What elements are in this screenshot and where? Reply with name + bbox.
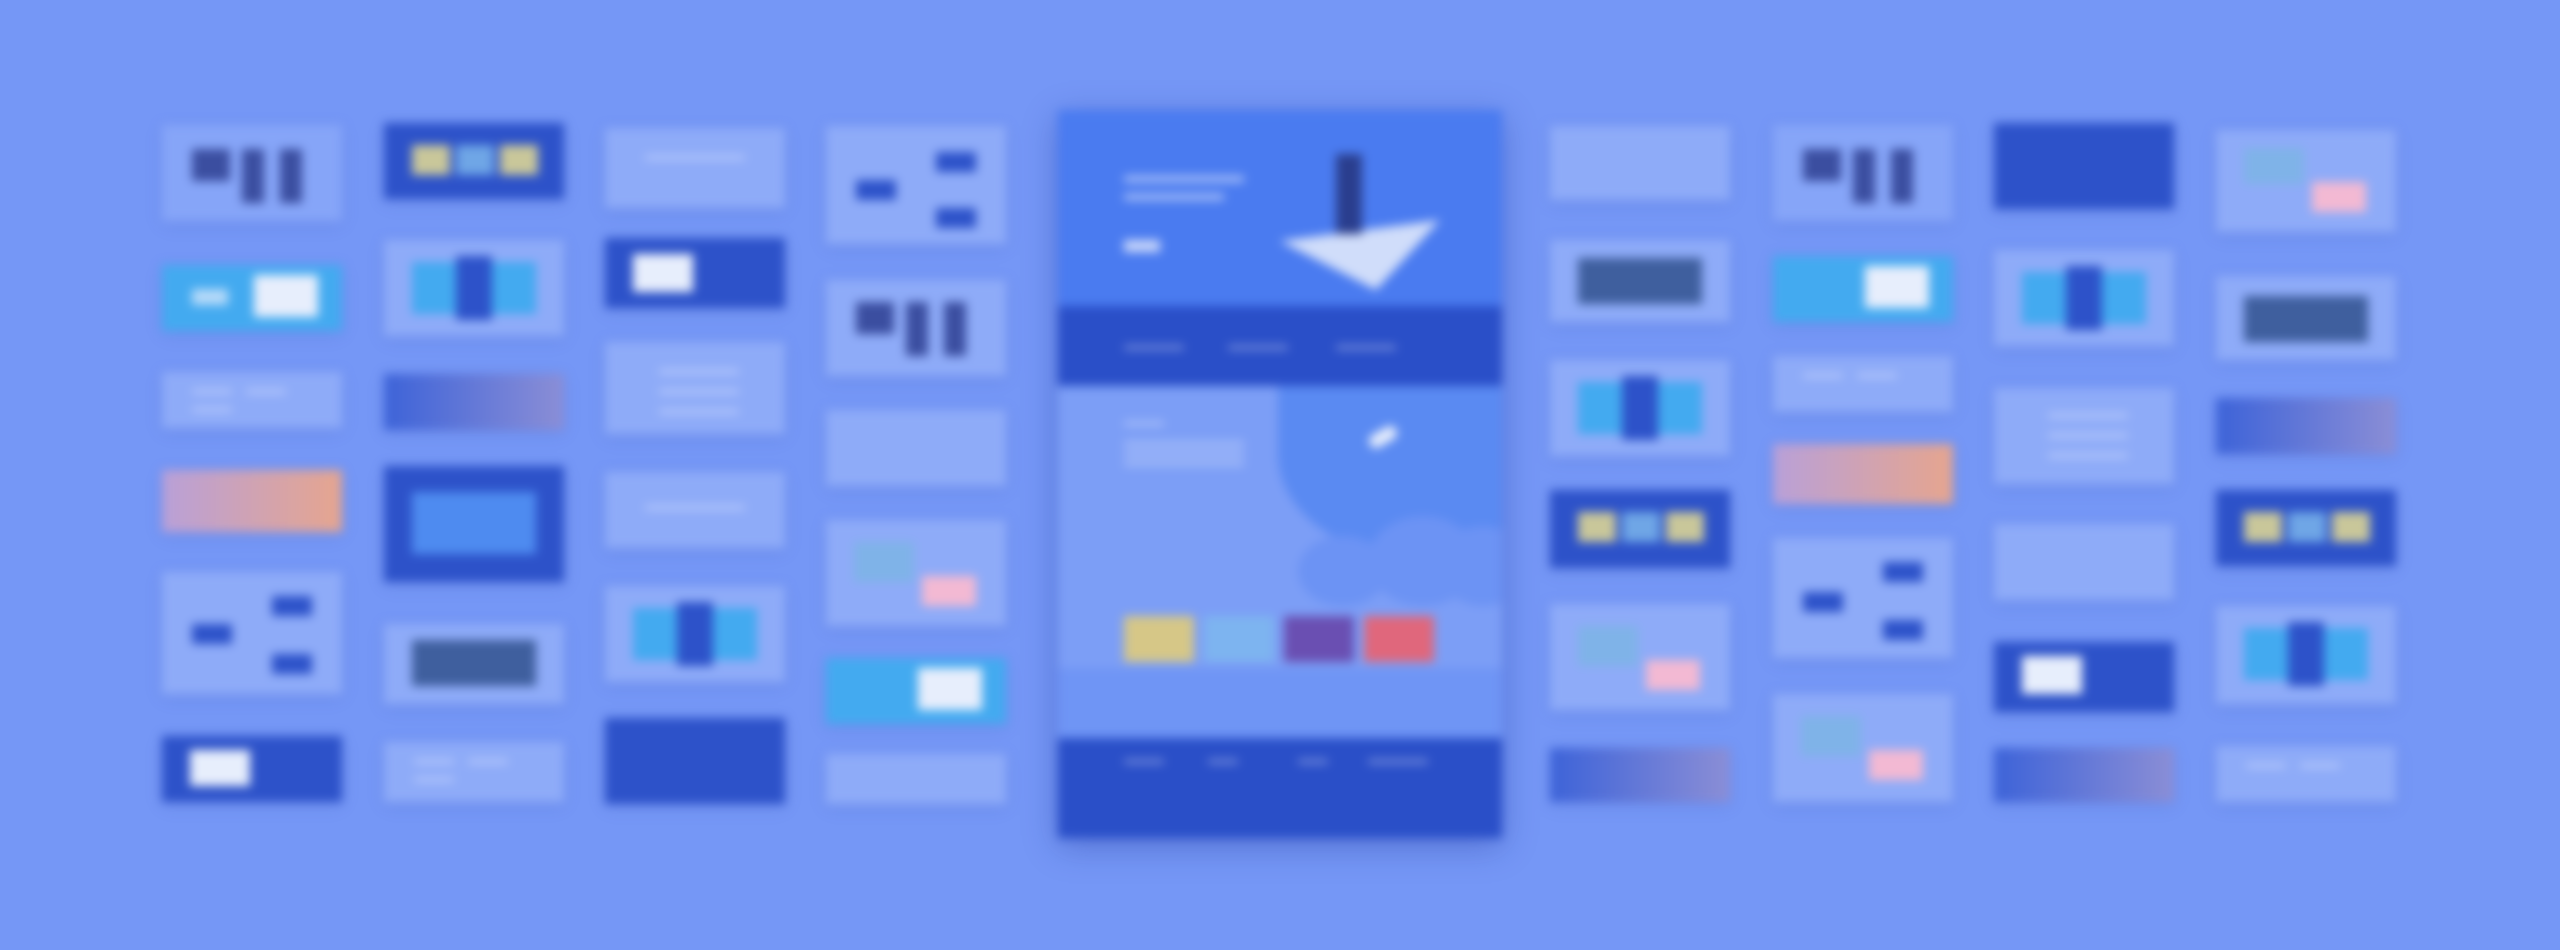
template-thumbnail: [1773, 256, 1953, 322]
template-thumbnail: [826, 126, 1006, 244]
template-thumbnail: [605, 238, 785, 308]
template-thumbnail: [162, 265, 342, 331]
hero-section: [1058, 110, 1502, 306]
project-thumbnail: [1364, 616, 1434, 662]
template-thumbnail: [1773, 444, 1953, 504]
template-thumbnail: [1550, 490, 1730, 568]
template-thumbnail: [2216, 130, 2396, 232]
template-thumbnail: [384, 374, 564, 430]
template-thumbnail: [1994, 524, 2174, 600]
template-thumbnail: [162, 372, 342, 428]
template-thumbnail: [605, 586, 785, 682]
template-thumbnail: [1550, 126, 1730, 200]
template-thumbnail: [826, 280, 1006, 376]
template-thumbnail: [1550, 360, 1730, 456]
template-thumbnail: [1994, 250, 2174, 346]
template-thumbnail: [605, 472, 785, 548]
footer-band: [1058, 738, 1502, 838]
project-thumbnail: [1124, 616, 1194, 662]
template-thumbnail: [1994, 748, 2174, 802]
template-thumbnail: [826, 410, 1006, 486]
template-thumbnail: [605, 342, 785, 434]
template-thumbnail: [1994, 388, 2174, 484]
template-thumbnail: [605, 718, 785, 804]
featured-template-preview: [1058, 110, 1502, 838]
template-thumbnail: [162, 470, 342, 532]
template-thumbnail: [1773, 356, 1953, 412]
template-thumbnail: [162, 572, 342, 694]
template-thumbnail: [384, 240, 564, 336]
template-thumbnail: [826, 754, 1006, 804]
template-thumbnail: [384, 123, 564, 199]
template-gallery-background: [0, 0, 2560, 950]
template-thumbnail: [2216, 606, 2396, 704]
template-thumbnail: [384, 466, 564, 582]
template-thumbnail: [1994, 642, 2174, 712]
template-thumbnail: [1550, 604, 1730, 710]
template-thumbnail: [826, 658, 1006, 724]
template-thumbnail: [1550, 240, 1730, 322]
template-thumbnail: [162, 125, 342, 221]
template-thumbnail: [2216, 746, 2396, 802]
template-thumbnail: [162, 736, 342, 802]
template-thumbnail: [605, 128, 785, 208]
template-thumbnail: [1773, 694, 1953, 802]
template-thumbnail: [1773, 125, 1953, 221]
project-thumbnail: [1204, 616, 1274, 662]
template-thumbnail: [1550, 748, 1730, 802]
template-thumbnail: [384, 742, 564, 802]
template-thumbnail: [2216, 490, 2396, 566]
project-thumbnail: [1284, 616, 1354, 662]
template-thumbnail: [384, 624, 564, 704]
template-thumbnail: [1994, 123, 2174, 209]
features-band: [1058, 306, 1502, 386]
template-thumbnail: [826, 520, 1006, 626]
template-thumbnail: [2216, 398, 2396, 454]
template-thumbnail: [1773, 538, 1953, 658]
template-thumbnail: [2216, 276, 2396, 360]
